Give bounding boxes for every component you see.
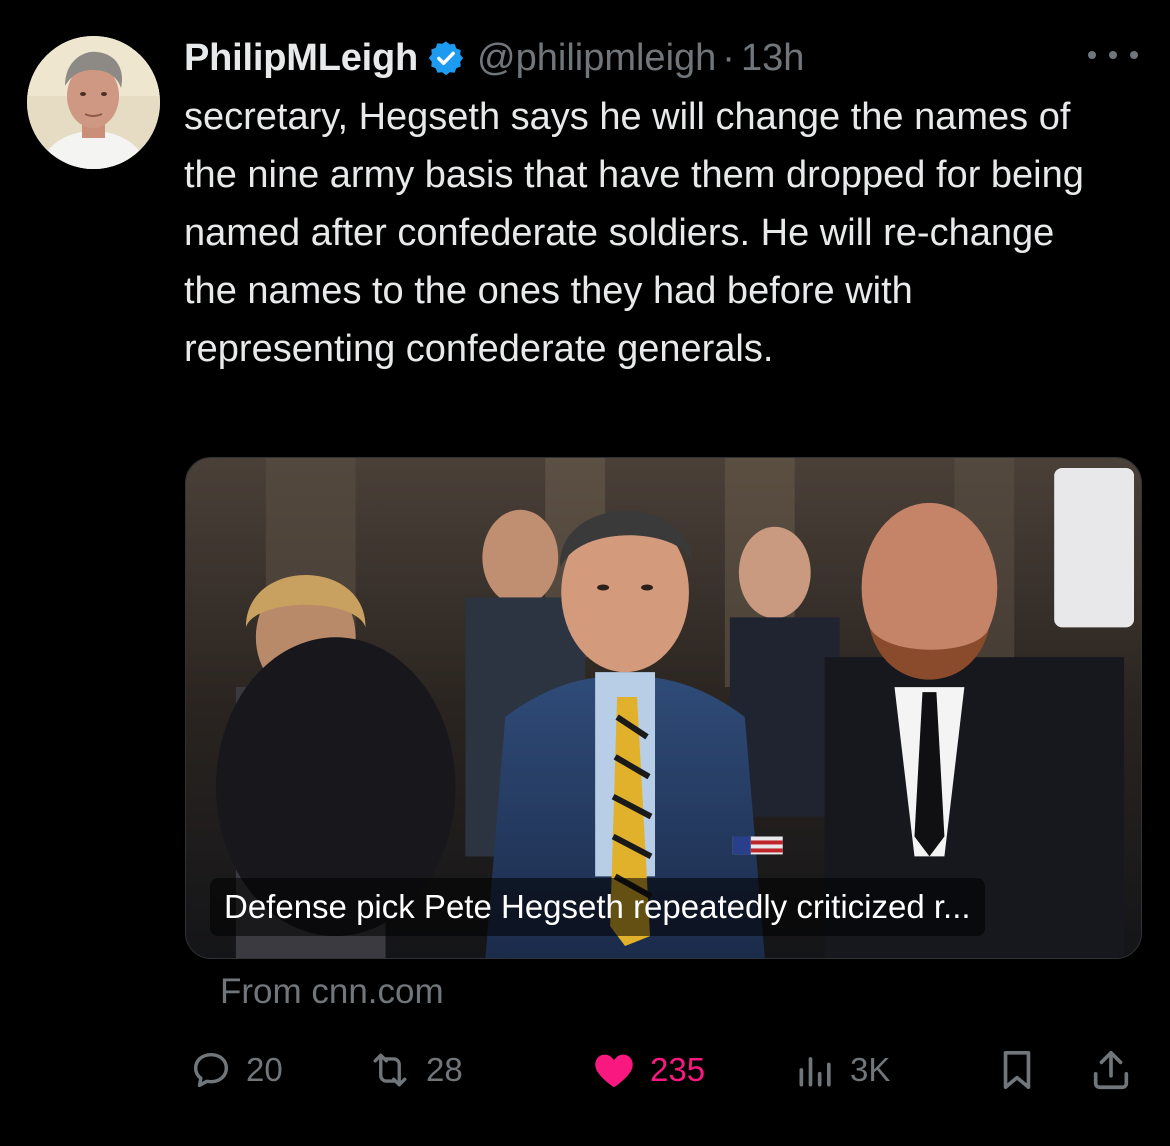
- bookmark-button[interactable]: [996, 1040, 1038, 1100]
- avatar-photo: [27, 36, 160, 169]
- like-count: 235: [650, 1051, 706, 1088]
- share-icon: [1088, 1047, 1134, 1093]
- avatar[interactable]: [27, 36, 160, 169]
- views-button[interactable]: 3K: [794, 1040, 890, 1100]
- handle[interactable]: @philipmleigh: [477, 37, 716, 80]
- card-title[interactable]: Defense pick Pete Hegseth repeatedly cri…: [210, 878, 985, 936]
- tweet-text: secretary, Hegseth says he will change t…: [184, 96, 1084, 370]
- like-button[interactable]: 235: [590, 1040, 705, 1100]
- retweet-count: 28: [426, 1051, 463, 1088]
- verified-badge-icon: [428, 41, 464, 76]
- tweet[interactable]: PhilipMLeigh @philipmleigh · 13h secreta…: [0, 0, 1170, 1146]
- action-bar: 20 28 235 3K: [0, 1040, 1170, 1100]
- views-count: 3K: [850, 1051, 891, 1088]
- tweet-header: PhilipMLeigh @philipmleigh · 13h: [184, 30, 804, 86]
- link-card[interactable]: Defense pick Pete Hegseth repeatedly cri…: [185, 457, 1142, 959]
- card-source[interactable]: From cnn.com: [220, 972, 444, 1012]
- more-options-icon[interactable]: [1088, 40, 1138, 70]
- reply-count: 20: [246, 1051, 283, 1088]
- views-chart-icon: [794, 1048, 838, 1092]
- retweet-icon: [366, 1047, 414, 1093]
- reply-icon: [188, 1047, 234, 1093]
- retweet-button[interactable]: 28: [366, 1040, 463, 1100]
- bookmark-icon: [996, 1047, 1038, 1093]
- separator: ·: [722, 36, 735, 79]
- share-button[interactable]: [1088, 1040, 1134, 1100]
- timestamp[interactable]: 13h: [741, 37, 804, 80]
- display-name[interactable]: PhilipMLeigh: [184, 37, 418, 80]
- reply-button[interactable]: 20: [188, 1040, 283, 1100]
- heart-icon: [590, 1047, 638, 1093]
